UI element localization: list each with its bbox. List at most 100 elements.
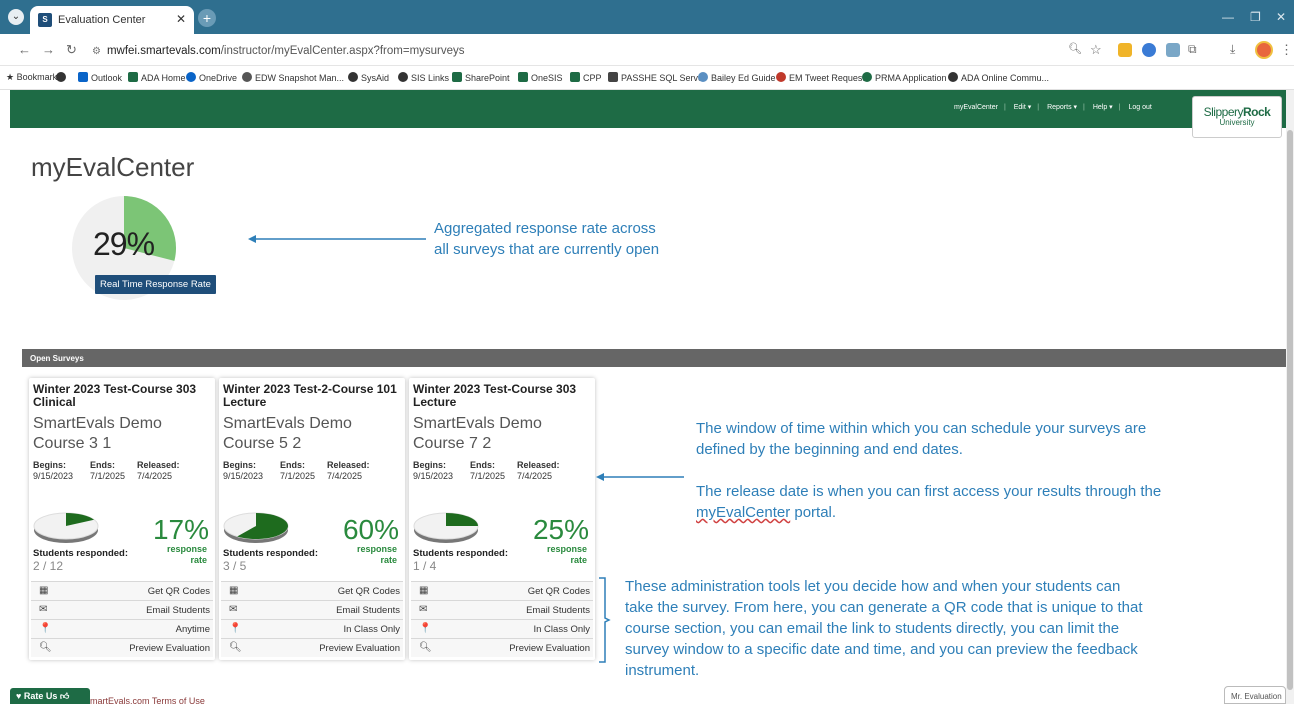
maximize-icon[interactable]: ❐ <box>1250 10 1261 24</box>
course-name: SmartEvals Demo Course 3 1 <box>33 415 162 452</box>
bookmark-item[interactable]: EM Tweet Request <box>776 72 865 83</box>
bookmark-item[interactable]: Bailey Ed Guide <box>698 72 776 83</box>
bookmark-item[interactable]: PRMA Application <box>862 72 947 83</box>
app-header: myEvalCenter | Edit ▾ | Reports ▾ | Help ▾ |… <box>10 90 1286 128</box>
bookmark-item[interactable]: OneSIS <box>518 72 563 83</box>
admin-tools: ▦ Get QR Codes ✉ Email Students 📍 In Cla… <box>221 581 403 657</box>
extensions-puzzle-icon[interactable]: ⧉ <box>1188 42 1197 57</box>
get-qr-codes-button[interactable]: ▦ Get QR Codes <box>31 581 213 600</box>
preview-evaluation-button[interactable]: 🔍︎ Preview Evaluation <box>411 638 593 657</box>
tab-search-icon[interactable]: ⌄ <box>8 9 24 25</box>
back-icon[interactable]: ← <box>18 42 31 57</box>
bookmark-item[interactable]: ★ Bookmarks <box>6 72 62 83</box>
bookmark-item[interactable]: PASSHE SQL Server <box>608 72 706 83</box>
university-logo[interactable]: SlipperyRock University <box>1192 96 1282 138</box>
annotation-dates: The window of time within which you can … <box>696 420 1162 521</box>
bookmark-star-icon[interactable]: ☆ <box>1090 42 1102 58</box>
preview-magnifier-icon: 🔍︎ <box>229 642 242 653</box>
tool-label: Get QR Codes <box>147 586 210 597</box>
extension-icon[interactable] <box>1118 43 1132 57</box>
close-tab-icon[interactable]: ✕ <box>176 12 186 26</box>
reload-icon[interactable]: ↻ <box>66 42 77 58</box>
smartevals-favicon-icon: S <box>38 13 52 27</box>
students-responded-count: 1 / 4 <box>413 559 437 573</box>
profile-avatar[interactable] <box>1255 41 1273 59</box>
new-tab-icon[interactable]: + <box>198 9 216 27</box>
annotation-arrow <box>248 235 426 243</box>
response-pie <box>33 512 99 543</box>
annotation-arrow <box>596 473 684 481</box>
minimize-icon[interactable]: — <box>1222 10 1234 24</box>
email-icon: ✉ <box>419 604 428 615</box>
students-responded-label: Students responded: <box>413 548 509 559</box>
scrollbar-thumb[interactable] <box>1287 130 1293 690</box>
email-students-button[interactable]: ✉ Email Students <box>411 600 593 619</box>
ends-date: 7/1/2025 <box>280 471 316 481</box>
bookmark-item[interactable]: OneDrive <box>186 72 237 83</box>
site-info-icon[interactable]: ⚙ <box>92 46 101 57</box>
download-icon[interactable]: ⤓ <box>1230 42 1235 57</box>
nav-help[interactable]: Help ▾ <box>1093 104 1113 111</box>
rate-us-button[interactable]: ♥ Rate Us 👍︎ <box>10 688 90 704</box>
close-window-icon[interactable]: ✕ <box>1276 10 1286 24</box>
realtime-response-label[interactable]: Real Time Response Rate <box>95 275 216 294</box>
bookmark-item[interactable]: ADA Online Commu... <box>948 72 1049 83</box>
browser-tab[interactable]: S Evaluation Center ✕ <box>30 6 194 34</box>
tool-label: In Class Only <box>533 624 591 635</box>
url-field[interactable]: ⚙ mwfei.smartevals.com/instructor/myEvalC… <box>92 41 1112 61</box>
extension-icon[interactable] <box>1142 43 1156 57</box>
tab-title: Evaluation Center <box>58 14 146 26</box>
nav-edit[interactable]: Edit ▾ <box>1014 104 1032 111</box>
nav-myevalcenter[interactable]: myEvalCenter <box>954 104 998 111</box>
get-qr-codes-button[interactable]: ▦ Get QR Codes <box>411 581 593 600</box>
open-surveys-header: Open Surveys <box>22 349 1286 367</box>
nav-logout[interactable]: Log out <box>1128 104 1151 111</box>
course-name: SmartEvals Demo Course 5 2 <box>223 415 352 452</box>
page-title: myEvalCenter <box>31 152 195 182</box>
extension-icon[interactable] <box>1166 43 1180 57</box>
bookmark-item[interactable]: Outlook <box>78 72 122 83</box>
tool-label: Email Students <box>336 605 400 616</box>
bookmark-item[interactable]: SharePoint <box>452 72 510 83</box>
schedule-button[interactable]: 📍 In Class Only <box>221 619 403 638</box>
bookmark-item[interactable]: ADA Home <box>128 72 186 83</box>
bookmark-item[interactable]: SysAid <box>348 72 389 83</box>
bookmark-item[interactable] <box>56 72 69 83</box>
page-scrollbar[interactable] <box>1286 90 1294 704</box>
annotation-response-rate: Aggregated response rate across all surv… <box>434 220 660 258</box>
bookmark-item[interactable]: SIS Links <box>398 72 449 83</box>
response-percent: 25% <box>532 514 589 545</box>
get-qr-codes-button[interactable]: ▦ Get QR Codes <box>221 581 403 600</box>
preview-evaluation-button[interactable]: 🔍︎ Preview Evaluation <box>31 638 213 657</box>
survey-card: Winter 2023 Test-Course 303 Lecture Smar… <box>409 378 595 660</box>
survey-card: Winter 2023 Test-2-Course 101 Lecture Sm… <box>219 378 405 660</box>
ends-date: 7/1/2025 <box>90 471 126 481</box>
terms-of-use-link[interactable]: martEvals.com Terms of Use <box>90 696 205 706</box>
bookmark-item[interactable]: EDW Snapshot Man... <box>242 72 344 83</box>
response-pie <box>413 512 479 543</box>
begins-date: 9/15/2023 <box>223 471 264 481</box>
preview-magnifier-icon: 🔍︎ <box>39 642 52 653</box>
email-icon: ✉ <box>229 604 238 615</box>
tool-label: Preview Evaluation <box>319 643 400 654</box>
annotation-bracket <box>599 577 611 663</box>
students-responded-label: Students responded: <box>33 548 129 559</box>
preview-evaluation-button[interactable]: 🔍︎ Preview Evaluation <box>221 638 403 657</box>
schedule-button[interactable]: 📍 Anytime <box>31 619 213 638</box>
tool-label: Email Students <box>146 605 210 616</box>
email-students-button[interactable]: ✉ Email Students <box>221 600 403 619</box>
schedule-button[interactable]: 📍 In Class Only <box>411 619 593 638</box>
nav-reports[interactable]: Reports ▾ <box>1047 104 1077 111</box>
more-menu-icon[interactable]: ⋮ <box>1280 42 1293 58</box>
zoom-icon[interactable]: 🔍︎ <box>1068 42 1082 55</box>
tool-label: In Class Only <box>343 624 401 635</box>
released-date: 7/4/2025 <box>327 471 363 481</box>
response-percent: 60% <box>342 514 399 545</box>
course-title: Winter 2023 Test-Course 303 Lecture <box>413 382 577 409</box>
response-rate-label: response rate <box>166 544 207 565</box>
forward-icon[interactable]: → <box>42 42 55 57</box>
students-responded-count: 3 / 5 <box>223 559 247 573</box>
email-students-button[interactable]: ✉ Email Students <box>31 600 213 619</box>
mr-evaluation-button[interactable]: Mr. Evaluation <box>1224 686 1286 704</box>
bookmark-item[interactable]: CPP <box>570 72 602 83</box>
